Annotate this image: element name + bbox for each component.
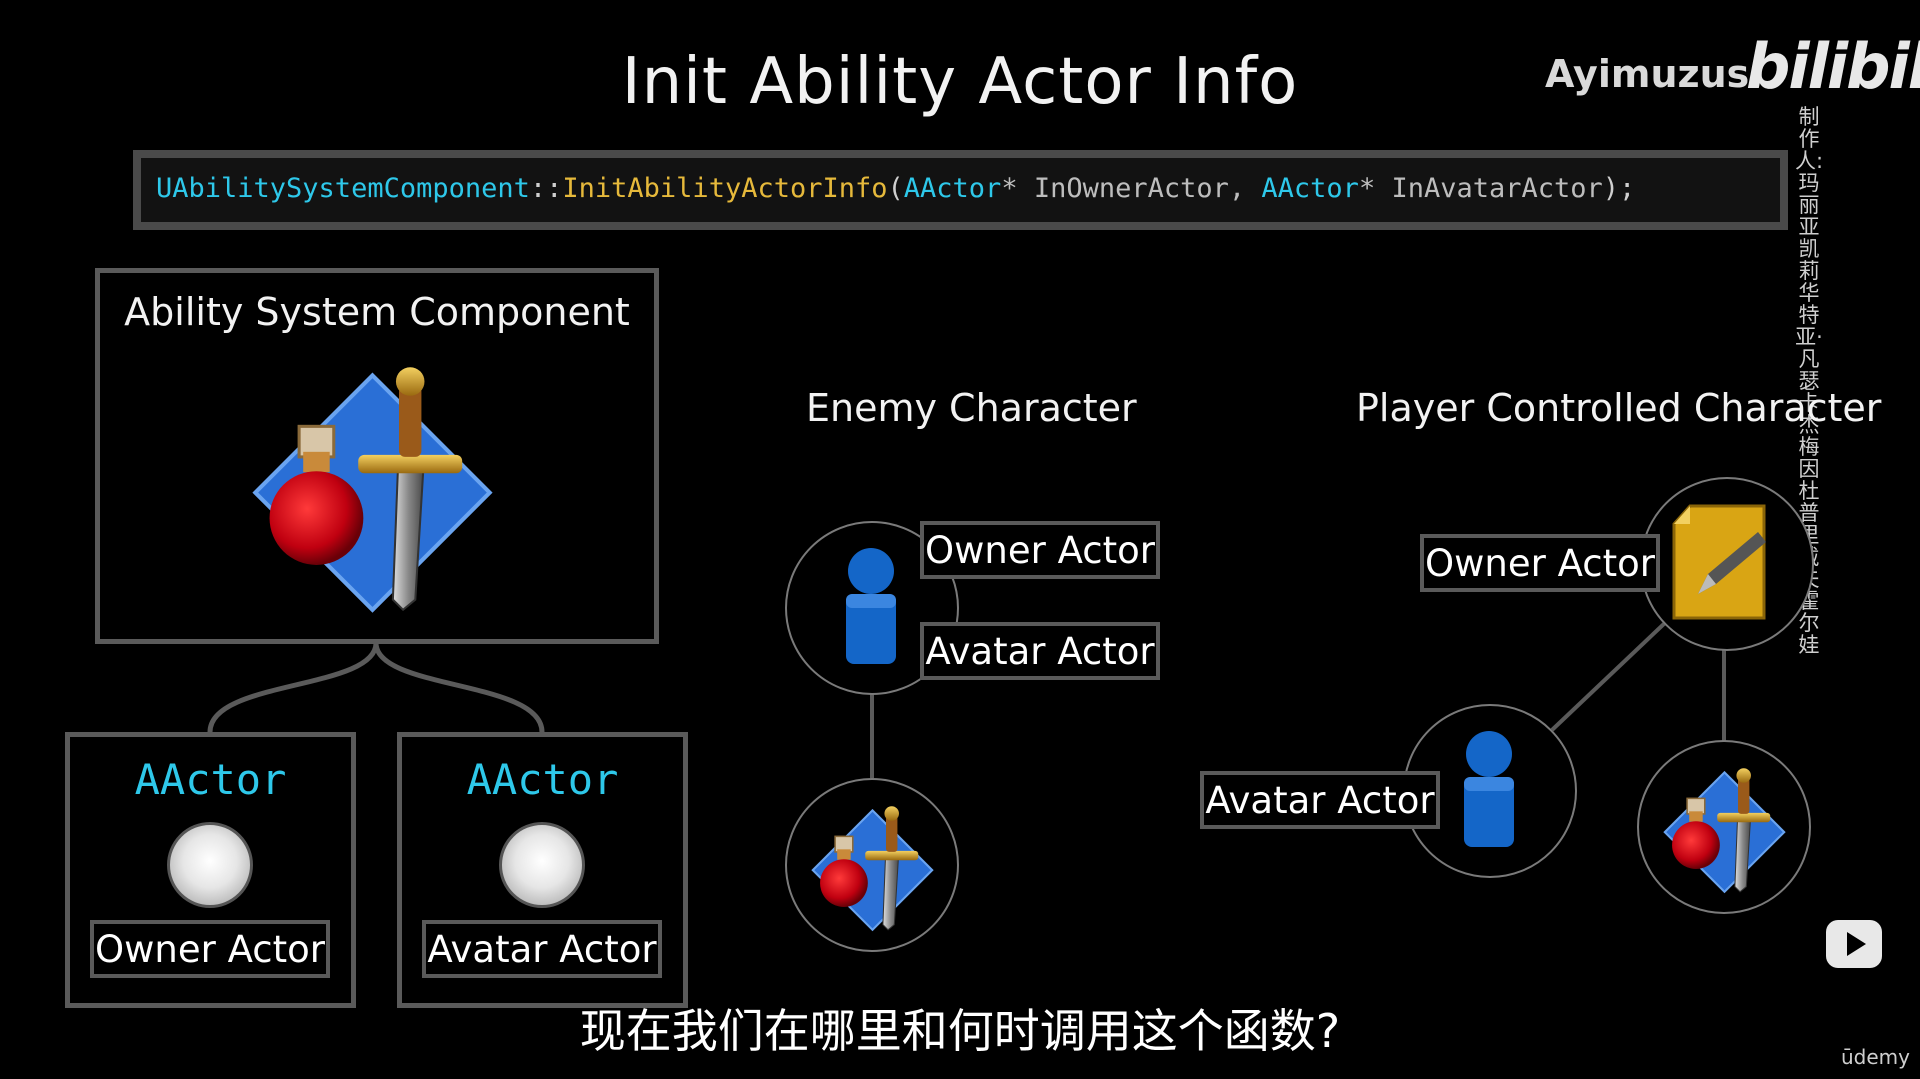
video-subtitle: 现在我们在哪里和何时调用这个函数? <box>579 1004 1341 1058</box>
player-owner-tag: Owner Actor <box>1420 534 1660 592</box>
player-heading: Player Controlled Character <box>1356 386 1882 430</box>
actor-sphere-icon <box>499 822 585 908</box>
actor-sphere-icon <box>167 822 253 908</box>
ability-system-component-icon <box>1662 762 1787 897</box>
player-controller-icon <box>1672 504 1766 620</box>
aactor-avatar-type: AActor <box>466 755 619 804</box>
udemy-logo: ūdemy <box>1841 1045 1910 1069</box>
pawn-icon <box>1464 731 1514 847</box>
tree-line-avatar <box>373 642 545 733</box>
ability-system-component-icon <box>810 800 935 935</box>
player-link-avatar <box>1550 619 1669 732</box>
enemy-heading: Enemy Character <box>806 386 1137 430</box>
enemy-avatar-tag: Avatar Actor <box>920 622 1160 680</box>
ability-system-component-icon <box>250 355 495 620</box>
tree-line-owner <box>207 642 379 733</box>
pawn-icon <box>846 548 896 664</box>
aactor-owner-type: AActor <box>134 755 287 804</box>
avatar-actor-tag: Avatar Actor <box>422 920 662 978</box>
enemy-owner-tag: Owner Actor <box>920 521 1160 579</box>
owner-actor-tag: Owner Actor <box>90 920 330 978</box>
player-avatar-tag: Avatar Actor <box>1200 771 1440 829</box>
play-icon[interactable] <box>1826 920 1882 968</box>
asc-label: Ability System Component <box>124 290 630 334</box>
